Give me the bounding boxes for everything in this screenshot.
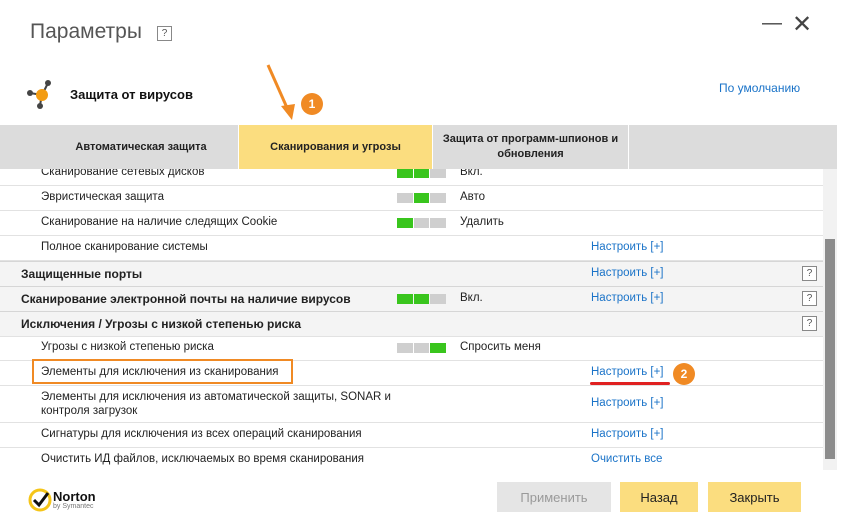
virus-protection-icon [22,75,62,113]
settings-list: Сканирование сетевых дисков Вкл. Эвристи… [0,169,823,470]
scrollbar-thumb[interactable] [825,239,835,459]
row-value: Удалить [460,216,504,228]
tab-bar: Автоматическая защита Сканирования и угр… [0,125,837,169]
row-label: Сканирование сетевых дисков [41,169,205,178]
scrollbar[interactable] [823,169,837,470]
norton-logo-icon [28,488,52,512]
list-item: Сигнатуры для исключения из всех операци… [0,423,823,448]
row-value: Вкл. [460,169,483,178]
close-button[interactable]: Закрыть [708,482,801,512]
row-label: Исключения / Угрозы с низкой степенью ри… [21,317,302,331]
list-item: Полное сканирование системы Настроить [+… [0,236,823,261]
row-label: Сигнатуры для исключения из всех операци… [41,428,362,440]
group-header: Защищенные порты Настроить [+] ? [0,261,823,287]
help-icon[interactable]: ? [802,316,817,331]
group-header: Сканирование электронной почты на наличи… [0,286,823,312]
clear-all-link[interactable]: Очистить все [591,453,662,465]
configure-link[interactable]: Настроить [+] [591,366,664,378]
list-item: Сканирование на наличие следящих Cookie … [0,211,823,236]
help-icon[interactable]: ? [802,266,817,281]
norton-logo-sub: by Symantec [53,503,94,510]
section-title: Защита от вирусов [70,87,193,102]
default-link[interactable]: По умолчанию [719,81,800,95]
apply-button[interactable]: Применить [497,482,611,512]
toggle-email[interactable] [397,294,447,304]
toggle-lowrisk[interactable] [397,343,447,353]
row-label: Полное сканирование системы [41,241,208,253]
toggle-heuristic[interactable] [397,193,447,203]
row-label: Угрозы с низкой степенью риска [41,341,214,353]
configure-link[interactable]: Настроить [+] [591,428,664,440]
annotation-badge-2: 2 [673,363,695,385]
row-label: Сканирование электронной почты на наличи… [21,292,351,306]
row-value: Авто [460,191,486,203]
list-item: Угрозы с низкой степенью риска Спросить … [0,336,823,361]
annotation-highlight [32,359,293,384]
annotation-arrow [262,62,302,124]
row-label: Эвристическая защита [41,191,164,203]
list-item: Элементы для исключения из автоматическо… [0,386,823,423]
minimize-icon[interactable]: — [762,12,782,35]
norton-logo-text: Norton [53,489,96,504]
configure-link[interactable]: Настроить [+] [591,292,664,304]
back-button[interactable]: Назад [620,482,698,512]
configure-link[interactable]: Настроить [+] [591,267,664,279]
group-header: Исключения / Угрозы с низкой степенью ри… [0,311,823,337]
toggle-cookies[interactable] [397,218,447,228]
window-title: Параметры [30,20,142,43]
list-item: Эвристическая защита Авто [0,186,823,211]
row-value: Вкл. [460,292,483,304]
annotation-badge-1: 1 [301,93,323,115]
toggle-network[interactable] [397,169,447,178]
row-value: Спросить меня [460,341,541,353]
row-label: Очистить ИД файлов, исключаемых во время… [41,453,365,465]
list-item: Очистить ИД файлов, исключаемых во время… [0,448,823,470]
row-label: Элементы для исключения из автоматическо… [41,391,391,417]
tab-scans-threats[interactable]: Сканирования и угрозы [239,125,432,169]
row-label: Защищенные порты [21,267,143,281]
row-label: Сканирование на наличие следящих Cookie [41,216,278,228]
configure-link[interactable]: Настроить [+] [591,241,664,253]
help-icon[interactable]: ? [802,291,817,306]
annotation-underline [590,382,670,385]
tab-spyware-updates[interactable]: Защита от программ-шпионов и обновления [433,125,628,169]
close-icon[interactable]: ✕ [792,10,812,39]
help-icon[interactable]: ? [157,26,172,41]
list-item: Сканирование сетевых дисков Вкл. [0,169,823,186]
configure-link[interactable]: Настроить [+] [591,397,664,409]
tab-auto-protect[interactable]: Автоматическая защита [44,125,238,169]
